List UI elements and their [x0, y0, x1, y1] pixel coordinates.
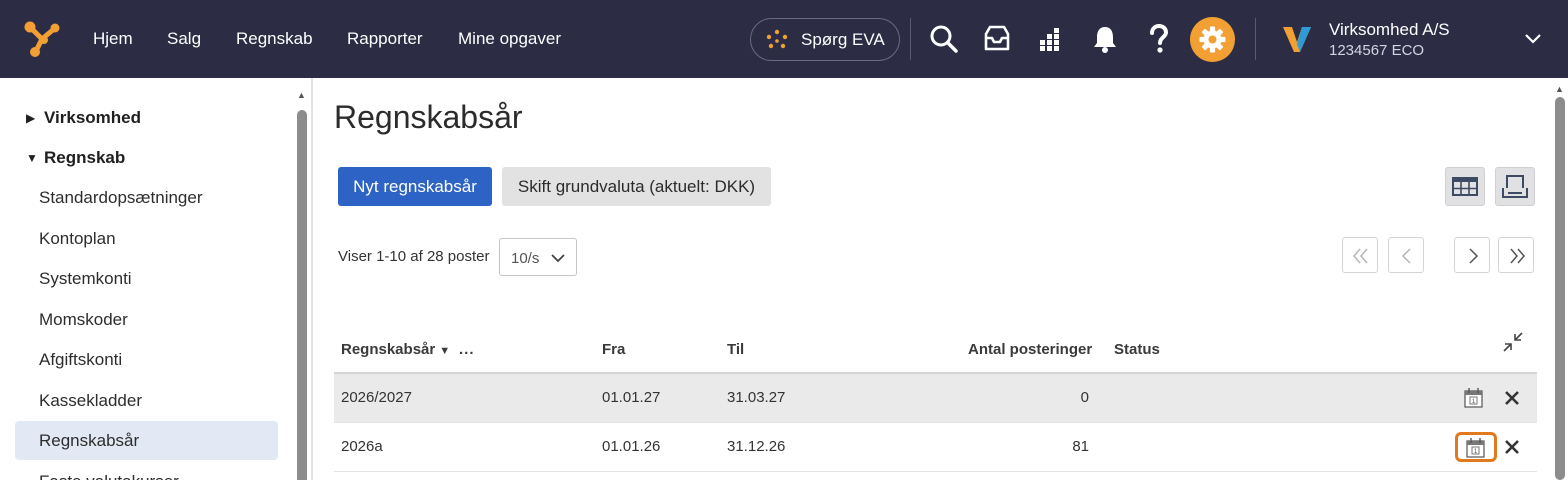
main-content: Regnskabsår Nyt regnskabsår Skift grundv… — [315, 78, 1568, 480]
search-icon[interactable] — [929, 22, 959, 56]
double-chevron-left-icon — [1353, 248, 1368, 264]
app-logo-icon[interactable] — [22, 20, 62, 58]
chevron-down-icon — [551, 254, 565, 263]
ask-eva-button[interactable]: Spørg EVA — [750, 18, 900, 61]
cell-from: 01.01.26 — [602, 438, 661, 455]
close-icon[interactable] — [1502, 387, 1522, 409]
company-logo-icon — [1283, 27, 1311, 52]
top-bar: Hjem Salg Regnskab Rapporter Mine opgave… — [0, 0, 1568, 78]
scroll-up-icon[interactable]: ▲ — [1555, 84, 1564, 94]
chevron-down-icon[interactable] — [1522, 30, 1544, 48]
topbar-divider — [1255, 18, 1256, 60]
paging-info: Viser 1-10 af 28 poster — [338, 248, 490, 265]
close-icon[interactable] — [1502, 436, 1522, 458]
company-id[interactable]: 1234567 ECO — [1329, 42, 1424, 60]
column-header-regnskabsaar[interactable]: Regnskabsår ▼ — [341, 341, 450, 360]
nav-salg[interactable]: Salg — [167, 28, 201, 50]
print-icon — [1502, 175, 1528, 198]
nav-mine-opgaver[interactable]: Mine opgaver — [458, 28, 561, 50]
calendar-icon[interactable]: 1 — [1462, 386, 1486, 410]
change-base-currency-button[interactable]: Skift grundvaluta (aktuelt: DKK) — [502, 167, 771, 206]
nav-rapporter[interactable]: Rapporter — [347, 28, 423, 50]
apps-grid-icon[interactable] — [1036, 22, 1066, 56]
double-chevron-right-icon — [1510, 248, 1525, 264]
company-name[interactable]: Virksomhed A/S — [1329, 19, 1450, 40]
calendar-button[interactable]: 1 — [1455, 432, 1497, 462]
cell-from: 01.01.27 — [602, 389, 661, 406]
scroll-up-icon[interactable]: ▲ — [297, 90, 306, 100]
sidebar-group-label: Virksomhed — [44, 108, 142, 127]
table-row[interactable]: 2026/2027 01.01.27 31.03.27 0 1 — [334, 374, 1537, 422]
next-page-button[interactable] — [1454, 237, 1490, 273]
sidebar-item-afgiftskonti[interactable]: Afgiftskonti — [15, 340, 278, 379]
settings-button[interactable] — [1190, 17, 1235, 62]
sidebar: ▶ Virksomhed ▼ Regnskab Standardopsætninge… — [0, 78, 313, 480]
cell-to: 31.03.27 — [727, 389, 786, 406]
row-divider — [334, 471, 1537, 472]
cell-postings: 0 — [1080, 389, 1089, 406]
page-title: Regnskabsår — [334, 99, 523, 135]
table-row[interactable]: 2026a 01.01.26 31.12.26 81 1 — [334, 423, 1537, 471]
column-options-button[interactable]: ... — [459, 341, 475, 359]
sidebar-group-label: Regnskab — [44, 148, 126, 167]
previous-page-button[interactable] — [1388, 237, 1424, 273]
chevron-left-icon — [1401, 248, 1411, 264]
column-header-til[interactable]: Til — [727, 341, 744, 359]
sidebar-item-systemkonti[interactable]: Systemkonti — [15, 259, 278, 298]
sidebar-item-standardopsaetninger[interactable]: Standardopsætninger — [15, 178, 278, 217]
nav-regnskab[interactable]: Regnskab — [236, 28, 313, 50]
table-view-button[interactable] — [1445, 167, 1485, 206]
table-icon — [1452, 177, 1478, 196]
gear-icon — [1199, 26, 1226, 53]
column-header-antal-posteringer[interactable]: Antal posteringer — [968, 341, 1092, 359]
last-page-button[interactable] — [1498, 237, 1534, 273]
sidebar-item-kassekladder[interactable]: Kassekladder — [15, 381, 278, 420]
cell-year: 2026/2027 — [341, 389, 412, 406]
print-view-button[interactable] — [1495, 167, 1535, 206]
sidebar-group-regnskab[interactable]: ▼ Regnskab — [26, 147, 125, 169]
column-header-label: Regnskabsår — [341, 341, 436, 358]
bell-icon[interactable] — [1090, 22, 1120, 56]
sidebar-scroll-thumb[interactable] — [297, 110, 307, 480]
help-icon[interactable] — [1144, 22, 1174, 56]
main-scroll-thumb[interactable] — [1555, 97, 1565, 480]
chevron-right-icon — [1469, 248, 1479, 264]
nav-hjem[interactable]: Hjem — [93, 28, 133, 50]
page-size-value: 10/s — [511, 250, 540, 267]
new-fiscal-year-button[interactable]: Nyt regnskabsår — [338, 167, 492, 206]
page-size-select[interactable]: 10/s — [499, 238, 577, 276]
column-header-status[interactable]: Status — [1114, 341, 1160, 359]
sort-down-icon: ▼ — [439, 345, 451, 357]
ask-eva-label: Spørg EVA — [801, 30, 885, 49]
caret-right-icon: ▶ — [26, 111, 36, 125]
sidebar-item-faste-valutakurser[interactable]: Faste valutakurser — [15, 462, 278, 480]
cell-to: 31.12.26 — [727, 438, 786, 455]
first-page-button[interactable] — [1342, 237, 1378, 273]
cell-postings: 81 — [1072, 438, 1089, 455]
caret-down-icon: ▼ — [26, 151, 38, 165]
sidebar-item-regnskabsaar[interactable]: Regnskabsår — [15, 421, 278, 460]
sidebar-scrollbar[interactable]: ▲ — [296, 90, 308, 480]
column-header-fra[interactable]: Fra — [602, 341, 625, 359]
cell-year: 2026a — [341, 438, 383, 455]
topbar-divider — [910, 18, 911, 60]
sidebar-group-virksomhed[interactable]: ▶ Virksomhed — [26, 107, 141, 129]
sidebar-item-momskoder[interactable]: Momskoder — [15, 300, 278, 339]
collapse-icon[interactable] — [1502, 331, 1524, 353]
inbox-icon[interactable] — [982, 22, 1012, 56]
sidebar-item-kontoplan[interactable]: Kontoplan — [15, 219, 278, 258]
calendar-icon: 1 — [1466, 438, 1485, 458]
eva-dots-icon — [766, 29, 788, 49]
